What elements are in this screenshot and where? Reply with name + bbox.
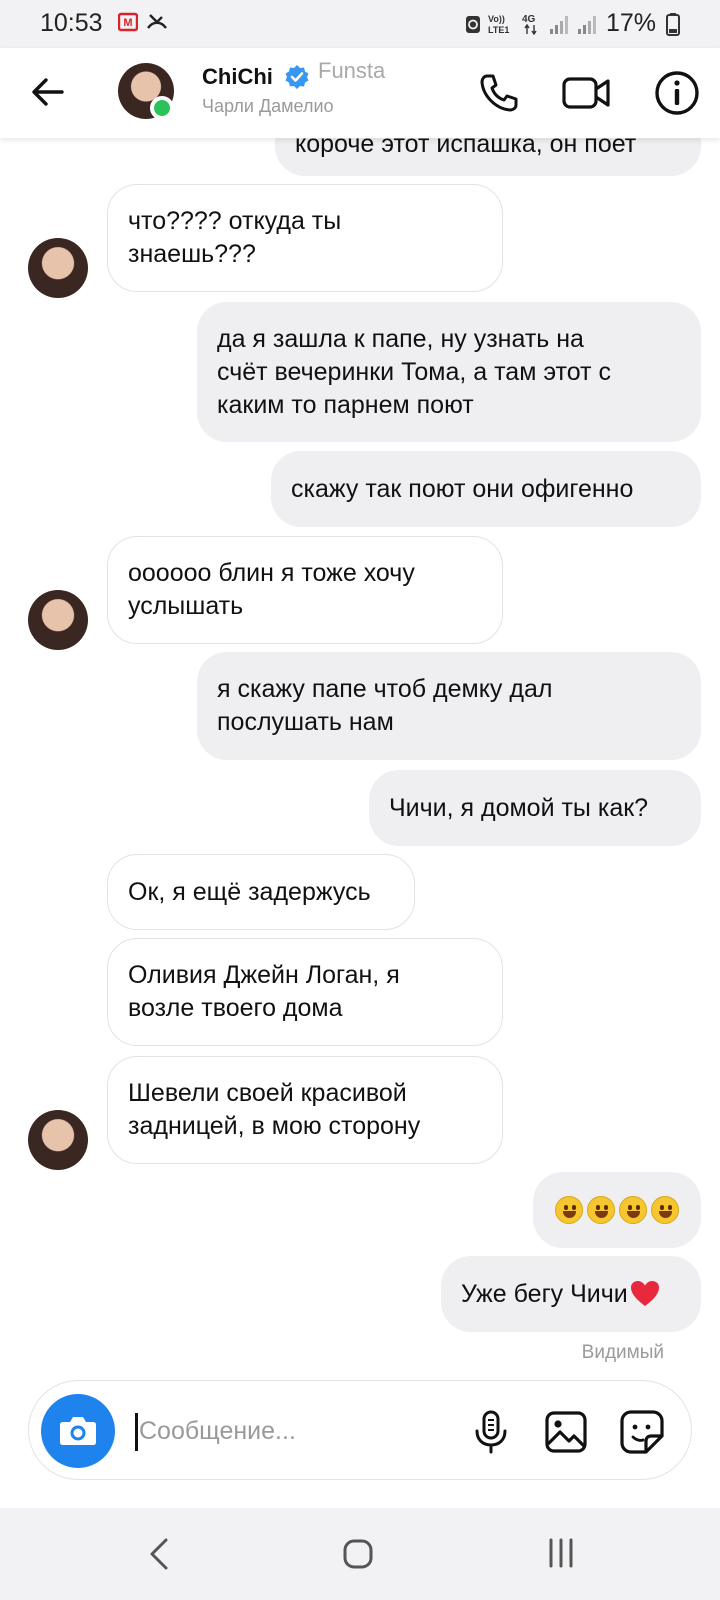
message-text: Шевели своей красивой задницей, в мою ст… xyxy=(128,1079,421,1140)
gallery-icon[interactable] xyxy=(543,1409,589,1455)
video-camera-icon[interactable] xyxy=(562,72,610,114)
contact-avatar[interactable] xyxy=(28,590,88,650)
message-input[interactable] xyxy=(139,1411,439,1451)
contact-subtitle: Чарли Дамелио xyxy=(202,96,334,116)
seen-status: Видимый xyxy=(581,1342,664,1363)
message-text: Ок, я ещё задержусь xyxy=(128,877,371,906)
system-nav-bar xyxy=(0,1508,720,1600)
message-text: Оливия Джейн Логан, я возле твоего дома xyxy=(128,961,400,1022)
message-incoming[interactable]: оооооо блин я тоже хочу услышать xyxy=(107,536,503,644)
contact-avatar[interactable] xyxy=(28,238,88,298)
message-text: я скажу папе чтоб демку дал послушать на… xyxy=(217,675,553,736)
grinning-face-emoji xyxy=(651,1196,679,1224)
back-arrow-icon[interactable] xyxy=(28,72,68,112)
info-icon[interactable] xyxy=(654,70,700,116)
message-incoming[interactable]: что???? откуда ты знаешь??? xyxy=(107,184,503,292)
message-text: Уже бегу Чичи xyxy=(461,1279,628,1308)
grinning-face-emoji xyxy=(587,1196,615,1224)
message-incoming[interactable]: Шевели своей красивой задницей, в мою ст… xyxy=(107,1056,503,1164)
grinning-face-emoji xyxy=(619,1196,647,1224)
nav-back-icon[interactable] xyxy=(146,1536,172,1572)
message-outgoing[interactable] xyxy=(533,1172,701,1248)
message-text: что???? откуда ты знаешь??? xyxy=(128,207,342,268)
watermark: Funsta xyxy=(318,58,386,83)
grinning-face-emoji xyxy=(555,1196,583,1224)
red-heart-emoji xyxy=(630,1281,659,1306)
message-text: оооооо блин я тоже хочу услышать xyxy=(128,559,415,620)
text-cursor xyxy=(135,1413,138,1451)
camera-icon xyxy=(60,1417,96,1445)
camera-button[interactable] xyxy=(41,1394,115,1468)
nav-recents-icon[interactable] xyxy=(546,1536,576,1570)
phone-icon[interactable] xyxy=(478,72,520,114)
online-indicator xyxy=(150,96,174,120)
message-outgoing[interactable]: Уже бегу Чичи xyxy=(441,1256,701,1332)
message-incoming[interactable]: Ок, я ещё задержусь xyxy=(107,854,415,930)
contact-name[interactable]: ChiChi xyxy=(202,64,273,90)
sticker-icon[interactable] xyxy=(619,1409,665,1455)
microphone-icon[interactable] xyxy=(469,1409,513,1455)
message-incoming[interactable]: Оливия Джейн Логан, я возле твоего дома xyxy=(107,938,503,1046)
message-text: Чичи, я домой ты как? xyxy=(389,793,649,822)
message-list[interactable]: короче этот испашка, он поет что???? отк… xyxy=(0,0,720,1600)
message-outgoing[interactable]: да я зашла к папе, ну узнать на счёт веч… xyxy=(197,302,701,442)
message-outgoing[interactable]: я скажу папе чтоб демку дал послушать на… xyxy=(197,652,701,760)
message-outgoing[interactable]: скажу так поют они офигенно xyxy=(271,451,701,527)
message-outgoing[interactable]: Чичи, я домой ты как? xyxy=(369,770,701,846)
verified-badge-icon xyxy=(285,65,309,89)
nav-home-icon[interactable] xyxy=(342,1538,374,1570)
message-text: да я зашла к папе, ну узнать на счёт веч… xyxy=(217,324,611,419)
message-composer xyxy=(28,1380,692,1480)
message-text: скажу так поют они офигенно xyxy=(291,474,634,503)
contact-avatar[interactable] xyxy=(28,1110,88,1170)
